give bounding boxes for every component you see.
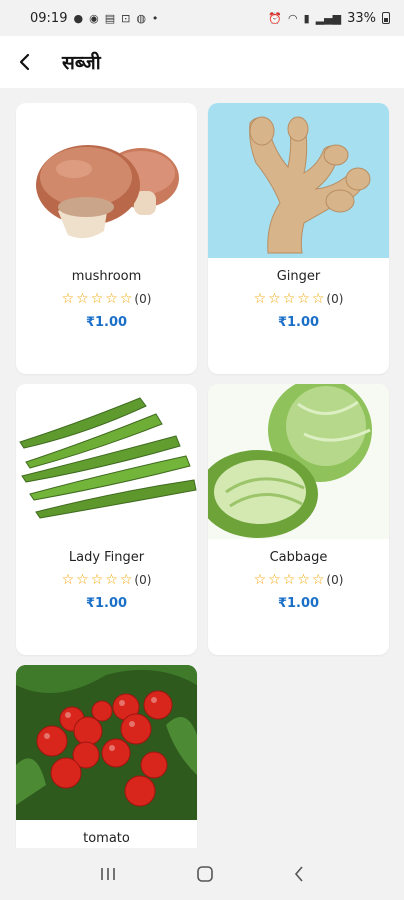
status-time: 09:19 — [30, 10, 68, 26]
star-empty-icon: ☆ — [119, 572, 133, 588]
star-empty-icon: ☆ — [105, 572, 118, 588]
recents-icon — [101, 868, 116, 880]
nav-back-button[interactable] — [293, 865, 305, 883]
product-image-mushroom — [16, 103, 197, 258]
star-empty-icon: ☆ — [253, 291, 267, 307]
battery-icon — [382, 12, 390, 24]
product-name: Lady Finger — [68, 550, 145, 565]
star-empty-icon: ☆ — [268, 291, 281, 307]
volte-icon: ▮ — [303, 11, 310, 25]
signal-icon: ▂▄▆ — [315, 11, 342, 25]
star-empty-icon: ☆ — [76, 291, 89, 307]
star-empty-icon: ☆ — [253, 572, 267, 588]
product-grid: mushroom ☆ ☆ ☆ ☆ ☆ (0) ₹1.00 Ginger ☆ ☆ … — [16, 103, 390, 900]
star-empty-icon: ☆ — [282, 572, 296, 588]
alarm-icon: ⏰ — [268, 11, 283, 25]
rating-count: (0) — [134, 292, 152, 306]
star-empty-icon: ☆ — [282, 291, 296, 307]
whatsapp-icon: ◉ — [89, 11, 99, 25]
star-empty-icon: ☆ — [61, 572, 75, 588]
star-empty-icon: ☆ — [90, 291, 104, 307]
product-name: mushroom — [71, 269, 142, 284]
home-icon — [197, 866, 213, 882]
product-rating: ☆ ☆ ☆ ☆ ☆ (0) — [16, 573, 197, 587]
back-icon — [294, 866, 303, 882]
product-price: ₹1.00 — [85, 315, 128, 330]
rating-count: (0) — [134, 573, 152, 587]
app-icon: ◍ — [136, 11, 146, 25]
star-empty-icon: ☆ — [311, 291, 325, 307]
back-button[interactable] — [12, 50, 36, 74]
product-rating: ☆ ☆ ☆ ☆ ☆ (0) — [16, 292, 197, 306]
star-empty-icon: ☆ — [61, 291, 75, 307]
star-empty-icon: ☆ — [76, 572, 89, 588]
star-empty-icon: ☆ — [297, 572, 310, 588]
product-name: tomato — [83, 831, 130, 846]
product-card[interactable]: Lady Finger ☆ ☆ ☆ ☆ ☆ (0) ₹1.00 — [16, 384, 197, 655]
dot-icon: • — [151, 11, 159, 25]
star-empty-icon: ☆ — [268, 572, 281, 588]
chevron-left-icon — [19, 53, 30, 71]
star-empty-icon: ☆ — [119, 291, 133, 307]
product-card[interactable]: mushroom ☆ ☆ ☆ ☆ ☆ (0) ₹1.00 — [16, 103, 197, 374]
system-nav-bar — [0, 848, 404, 900]
rating-count: (0) — [326, 573, 344, 587]
product-image-ginger — [208, 103, 389, 258]
product-rating: ☆ ☆ ☆ ☆ ☆ (0) — [208, 292, 389, 306]
chat-bubble-icon: ● — [73, 11, 84, 25]
product-image-tomato — [16, 665, 197, 820]
news-icon: ▤ — [104, 11, 116, 25]
page-title: सब्जी — [62, 52, 101, 74]
product-name: Ginger — [276, 269, 321, 284]
status-bar: 09:19 ● ◉ ▤ ⊡ ◍ • ⏰ ◠ ▮ ▂▄▆ 33% — [0, 0, 404, 36]
home-button[interactable] — [196, 865, 214, 883]
app-bar: सब्जी — [0, 36, 404, 88]
wifi-icon: ◠ — [288, 11, 298, 25]
product-price: ₹1.00 — [277, 315, 320, 330]
product-name: Cabbage — [269, 550, 328, 565]
product-price: ₹1.00 — [277, 596, 320, 611]
product-image-cabbage — [208, 384, 389, 539]
recents-button[interactable] — [99, 866, 117, 882]
star-empty-icon: ☆ — [297, 291, 310, 307]
battery-percent: 33% — [347, 10, 376, 26]
product-card[interactable]: Ginger ☆ ☆ ☆ ☆ ☆ (0) ₹1.00 — [208, 103, 389, 374]
product-rating: ☆ ☆ ☆ ☆ ☆ (0) — [208, 573, 389, 587]
star-empty-icon: ☆ — [105, 291, 118, 307]
star-empty-icon: ☆ — [311, 572, 325, 588]
product-image-okra — [16, 384, 197, 539]
product-price: ₹1.00 — [85, 596, 128, 611]
star-empty-icon: ☆ — [90, 572, 104, 588]
rating-count: (0) — [326, 292, 344, 306]
product-card[interactable]: Cabbage ☆ ☆ ☆ ☆ ☆ (0) ₹1.00 — [208, 384, 389, 655]
lock-icon: ⊡ — [121, 11, 131, 25]
